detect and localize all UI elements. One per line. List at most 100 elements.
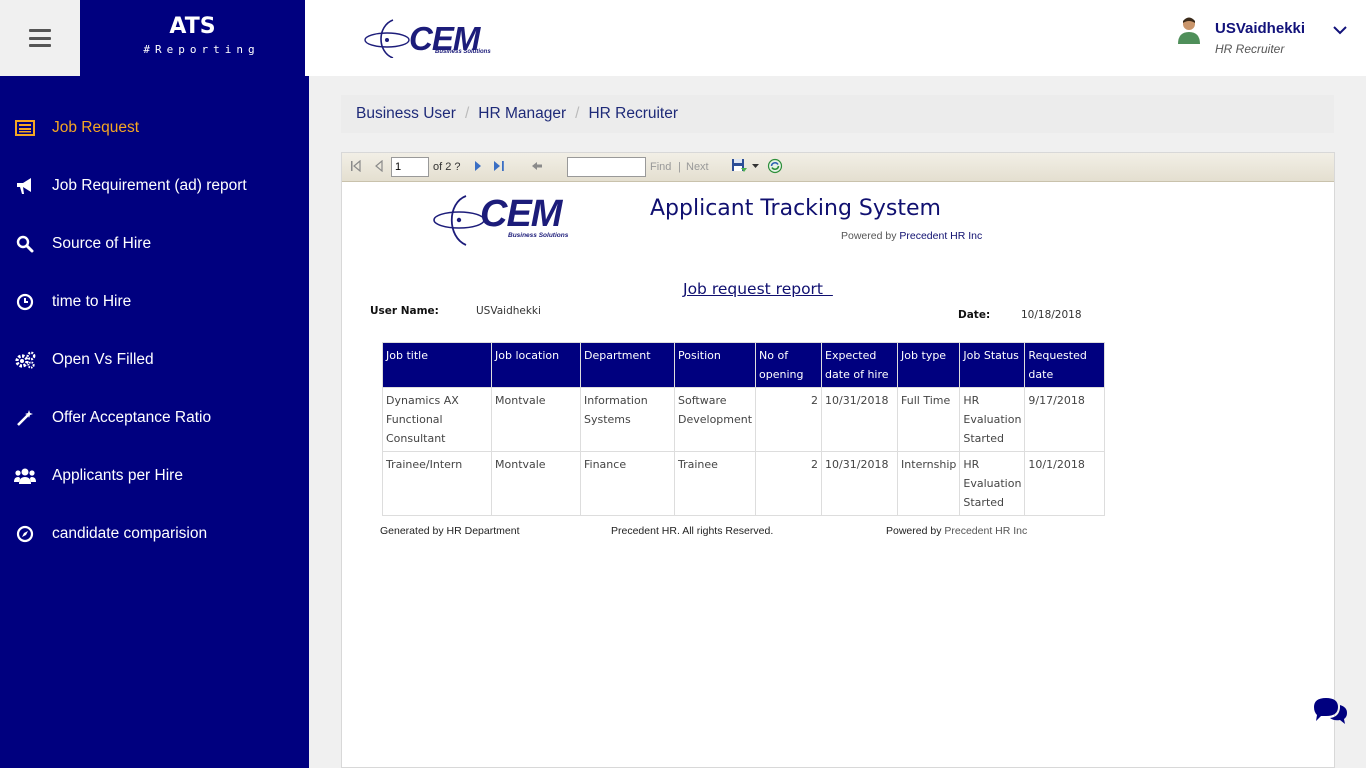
last-page-icon[interactable] [492, 160, 506, 172]
sidebar-item-source-of-hire[interactable]: Source of Hire [0, 224, 309, 264]
sidebar-item-open-vs-filled[interactable]: Open Vs Filled [0, 340, 309, 380]
table-cell: Information Systems [580, 387, 675, 452]
orbit-logo-icon [364, 19, 410, 58]
breadcrumb-separator: / [575, 105, 580, 122]
footer-powered-by: Powered by Precedent HR Inc [886, 525, 1027, 537]
find-separator: | [678, 161, 681, 173]
users-icon [14, 466, 36, 486]
user-name-value: USVaidhekki [476, 305, 541, 317]
report-title: Applicant Tracking System [650, 196, 941, 221]
sidebar-item-time-to-hire[interactable]: time to Hire [0, 282, 309, 322]
column-header: Position [673, 342, 757, 388]
footer-powered-company: Precedent HR Inc [944, 525, 1028, 537]
sidebar-item-label: Applicants per Hire [52, 467, 183, 484]
table-header-row: Job title Job location Department Positi… [382, 342, 1106, 388]
table-cell: Software Development [673, 387, 757, 452]
column-header: Requested date [1024, 342, 1106, 388]
footer-powered-prefix: Powered by [886, 525, 945, 537]
previous-page-icon[interactable] [374, 160, 384, 172]
table-cell: 2 [755, 387, 823, 452]
menu-toggle-button[interactable] [0, 0, 80, 76]
list-icon [14, 118, 36, 138]
user-name[interactable]: USVaidhekki [1215, 20, 1305, 37]
table-cell: Montvale [491, 451, 581, 516]
report-logo: CEM Business Solutions [432, 193, 569, 248]
table-cell: 2 [755, 451, 823, 516]
column-header: Job location [491, 342, 581, 388]
sidebar-item-candidate-comparision[interactable]: candidate comparision [0, 514, 309, 554]
sidebar-item-label: candidate comparision [52, 525, 208, 542]
breadcrumb-separator: / [464, 105, 470, 122]
table-cell: Full Time [897, 387, 961, 452]
company-logo[interactable]: CEM Business Solutions [363, 18, 493, 58]
top-header: CEM Business Solutions USVaidhekki HR Re… [305, 0, 1366, 76]
column-header: No of opening [755, 342, 823, 388]
first-page-icon[interactable] [350, 160, 362, 172]
table-cell: Trainee [673, 451, 757, 516]
magic-wand-icon [14, 408, 36, 428]
user-name-label: User Name: [370, 305, 439, 317]
find-text-input[interactable] [567, 157, 646, 177]
column-header: Job type [897, 342, 961, 388]
sidebar-item-label: Offer Acceptance Ratio [52, 409, 212, 426]
column-header: Expected date of hire [821, 342, 899, 388]
find-link[interactable]: Find [650, 161, 671, 173]
export-dropdown-icon[interactable] [752, 164, 759, 169]
clock-icon [14, 292, 36, 312]
report-toolbar: of 2 ? Find | Next [342, 153, 1334, 182]
sidebar-item-offer-acceptance-ratio[interactable]: Offer Acceptance Ratio [0, 398, 309, 438]
sidebar-item-job-request[interactable]: Job Request [0, 108, 309, 148]
table-cell: 10/31/2018 [821, 451, 899, 516]
footer-rights: Precedent HR. All rights Reserved. [611, 525, 774, 537]
refresh-icon[interactable] [767, 158, 783, 174]
report-subtitle: Job request report [683, 280, 833, 298]
powered-company: Precedent HR Inc [899, 230, 983, 242]
sidebar-item-label: Open Vs Filled [52, 351, 154, 368]
column-header: Department [580, 342, 675, 388]
user-role: HR Recruiter [1215, 42, 1285, 56]
brand-title: ATS [169, 14, 216, 39]
report-viewer: of 2 ? Find | Next CEM Business Solution… [341, 152, 1335, 768]
table-cell: 10/31/2018 [821, 387, 899, 452]
table-cell: HR Evaluation Started [959, 451, 1026, 516]
sidebar-item-label: Source of Hire [52, 235, 152, 252]
compass-icon [14, 524, 36, 544]
sidebar-item-job-requirement-report[interactable]: Job Requirement (ad) report [0, 166, 309, 206]
powered-prefix: Powered by [841, 230, 900, 242]
date-value: 10/18/2018 [1021, 309, 1082, 321]
table-cell: Internship [897, 451, 961, 516]
table-cell: Trainee/Intern [382, 451, 492, 516]
find-next-link[interactable]: Next [686, 161, 709, 173]
logo-subtitle: Business Solutions [435, 49, 491, 55]
table-cell: Montvale [491, 387, 581, 452]
page-count: of 2 ? [433, 161, 461, 173]
report-logo-text: CEM [480, 193, 562, 235]
sidebar-item-label: time to Hire [52, 293, 132, 310]
next-page-icon[interactable] [473, 160, 483, 172]
search-icon [14, 234, 36, 254]
table-row: Trainee/Intern Montvale Finance Trainee … [382, 451, 1106, 516]
sidebar-item-applicants-per-hire[interactable]: Applicants per Hire [0, 456, 309, 496]
date-label: Date: [958, 309, 991, 321]
user-avatar-icon[interactable] [1177, 16, 1201, 44]
column-header: Job title [382, 342, 492, 388]
job-request-table: Job title Job location Department Positi… [382, 342, 1106, 516]
breadcrumb: Business User / HR Manager / HR Recruite… [341, 95, 1334, 133]
table-cell: Finance [580, 451, 675, 516]
page-number-input[interactable] [391, 157, 429, 177]
chat-icon[interactable] [1312, 696, 1348, 726]
table-cell: Dynamics AX Functional Consultant [382, 387, 492, 452]
footer-generated: Generated by HR Department [380, 525, 520, 537]
megaphone-icon [14, 176, 36, 196]
breadcrumb-item-business-user[interactable]: Business User [356, 105, 456, 123]
back-to-parent-icon[interactable] [531, 160, 543, 172]
table-cell: 10/1/2018 [1024, 451, 1106, 516]
breadcrumb-item-hr-manager[interactable]: HR Manager [478, 105, 566, 123]
report-powered-by: Powered by Precedent HR Inc [841, 230, 982, 242]
export-save-icon[interactable] [731, 158, 749, 174]
table-row: Dynamics AX Functional Consultant Montva… [382, 387, 1106, 452]
report-logo-subtitle: Business Solutions [508, 232, 569, 239]
table-cell: HR Evaluation Started [959, 387, 1026, 452]
breadcrumb-item-hr-recruiter[interactable]: HR Recruiter [588, 105, 678, 123]
chevron-down-icon[interactable] [1332, 24, 1348, 36]
